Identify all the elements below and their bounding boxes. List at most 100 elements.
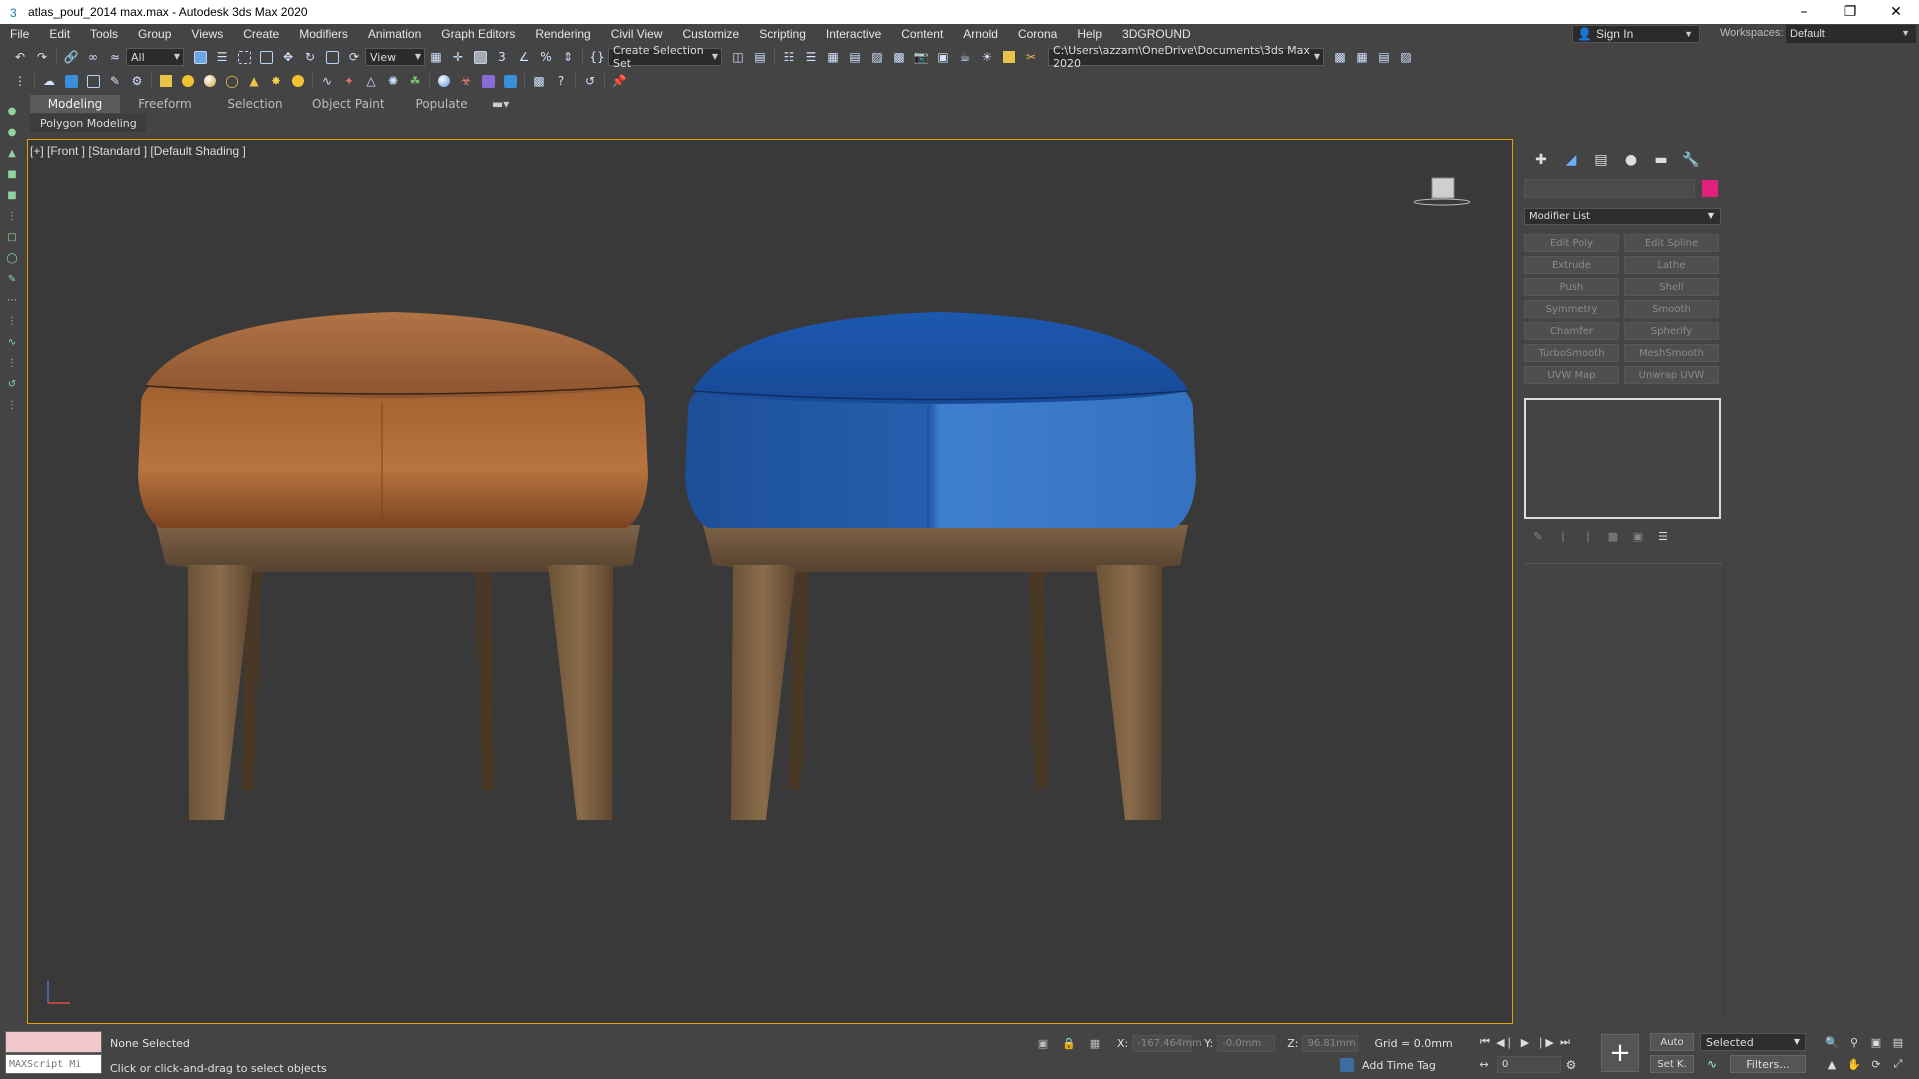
previous-frame-icon[interactable]: ◀❘ — [1495, 1033, 1515, 1051]
filter-xrefs-icon[interactable]: ⋯ — [5, 293, 19, 307]
selection-lock-icon[interactable]: 🔒 — [1061, 1036, 1077, 1052]
filter-lights-icon[interactable]: ■ — [5, 188, 19, 202]
scene-explorer-toggle-icon[interactable]: ● — [5, 104, 19, 118]
box-primitive-icon[interactable] — [156, 71, 176, 91]
render-production-icon[interactable]: ☕ — [955, 47, 975, 67]
pivot-center-icon[interactable]: ▦ — [426, 47, 446, 67]
merge-icon[interactable] — [83, 71, 103, 91]
reference-coordinate-dropdown[interactable]: View ▼ — [365, 48, 425, 66]
current-frame-field[interactable]: 0 — [1497, 1056, 1561, 1073]
select-manipulate-icon[interactable]: ✛ — [448, 47, 468, 67]
project-folder-dropdown[interactable]: C:\Users\azzam\OneDrive\Documents\3ds Ma… — [1048, 44, 1324, 70]
menu-3dground[interactable]: 3DGROUND — [1112, 27, 1201, 41]
auto-key-button[interactable]: Auto — [1650, 1033, 1694, 1051]
close-icon[interactable]: ✕ — [1873, 0, 1919, 24]
find-icon[interactable]: ↺ — [5, 377, 19, 391]
filter-geometry-icon[interactable]: ▲ — [5, 146, 19, 160]
set-key-button[interactable]: Set K. — [1650, 1055, 1694, 1073]
modifier-chamfer-button[interactable]: Chamfer — [1524, 322, 1619, 340]
cone-primitive-icon[interactable]: ▲ — [244, 71, 264, 91]
material-editor-icon[interactable]: ▩ — [889, 47, 909, 67]
zoom-extents-icon[interactable]: ▣ — [1866, 1033, 1886, 1051]
select-object-icon[interactable] — [190, 47, 210, 67]
select-and-rotate-icon[interactable]: ↻ — [300, 47, 320, 67]
select-and-move-icon[interactable]: ✥ — [278, 47, 298, 67]
geosphere-icon[interactable] — [288, 71, 308, 91]
modifier-push-button[interactable]: Push — [1524, 278, 1619, 296]
options-icon[interactable]: ⋮ — [5, 398, 19, 412]
spinner-snap-icon[interactable]: ⇕ — [558, 47, 578, 67]
menu-tools[interactable]: Tools — [80, 27, 128, 41]
key-filters-button[interactable]: Filters... — [1730, 1055, 1806, 1073]
camera-icon[interactable]: △ — [361, 71, 381, 91]
restore-icon[interactable]: ❐ — [1827, 0, 1873, 24]
torus-primitive-icon[interactable]: ◯ — [222, 71, 242, 91]
orbit-icon[interactable]: ⟳ — [1866, 1055, 1886, 1073]
spline-icon[interactable]: ∿ — [317, 71, 337, 91]
menu-graph-editors[interactable]: Graph Editors — [431, 27, 525, 41]
modifier-spherify-button[interactable]: Spherify — [1624, 322, 1719, 340]
light-icon[interactable]: ✸ — [266, 71, 286, 91]
isolate-selection-icon[interactable]: ▣ — [1035, 1036, 1051, 1052]
delete-modifier-icon[interactable]: ▣ — [1628, 527, 1648, 545]
select-and-place-icon[interactable]: ⟳ — [344, 47, 364, 67]
redo-icon[interactable]: ↷ — [32, 47, 52, 67]
modifier-lathe-button[interactable]: Lathe — [1624, 256, 1719, 274]
select-by-name-icon[interactable]: ☰ — [212, 47, 232, 67]
undo-icon[interactable]: ↶ — [10, 47, 30, 67]
cylinder-primitive-icon[interactable] — [178, 71, 198, 91]
menu-animation[interactable]: Animation — [358, 27, 431, 41]
tab-modeling[interactable]: Modeling — [30, 95, 120, 113]
menu-create[interactable]: Create — [233, 27, 289, 41]
menu-civil-view[interactable]: Civil View — [601, 27, 673, 41]
filter-helpers-icon[interactable]: □ — [5, 230, 19, 244]
motion-icon[interactable]: ● — [1616, 149, 1646, 171]
filter-bones-icon[interactable]: ⋮ — [5, 314, 19, 328]
hierarchy-icon[interactable]: ▤ — [1586, 149, 1616, 171]
tab-populate[interactable]: Populate — [397, 95, 487, 113]
schematic-view-icon[interactable]: ▨ — [867, 47, 887, 67]
go-to-end-icon[interactable]: ⏭ — [1555, 1033, 1575, 1051]
menu-corona[interactable]: Corona — [1008, 27, 1067, 41]
tab-object-paint[interactable]: Object Paint — [300, 95, 397, 113]
mirror-icon[interactable]: ◫ — [728, 47, 748, 67]
snaps-toggle-icon[interactable]: 3 — [492, 47, 512, 67]
paint-icon[interactable]: ✎ — [105, 71, 125, 91]
layer-explorer-icon[interactable]: ☰ — [801, 47, 821, 67]
modifier-turbosmooth-button[interactable]: TurboSmooth — [1524, 344, 1619, 362]
scene-explorer-icon[interactable]: ☷ — [779, 47, 799, 67]
modify-icon[interactable]: ◢ — [1556, 149, 1586, 171]
curve-editor-icon[interactable]: ▤ — [845, 47, 865, 67]
modifier-list-dropdown[interactable]: Modifier List ▼ — [1524, 208, 1721, 225]
show-end-result-icon[interactable]: ❘ — [1553, 527, 1573, 545]
workspace-select[interactable]: Default ▼ — [1786, 25, 1916, 43]
y-coordinate-field[interactable]: -0.0mm — [1217, 1035, 1276, 1052]
menu-interactive[interactable]: Interactive — [816, 27, 891, 41]
pin-icon[interactable]: 📌 — [609, 71, 629, 91]
modifier-symmetry-button[interactable]: Symmetry — [1524, 300, 1619, 318]
project-icon[interactable]: ▩ — [1330, 47, 1350, 67]
menu-views[interactable]: Views — [181, 27, 233, 41]
modifier-stack[interactable] — [1524, 398, 1721, 519]
pin-stack-icon[interactable]: ✎ — [1528, 527, 1548, 545]
object-name-field[interactable] — [1524, 179, 1695, 198]
3dsmax-app-icon[interactable]: 3 — [6, 4, 22, 20]
next-frame-icon[interactable]: ❘▶ — [1535, 1033, 1555, 1051]
batch-icon[interactable]: ▩ — [529, 71, 549, 91]
modifier-shell-button[interactable]: Shell — [1624, 278, 1719, 296]
time-configuration-icon[interactable]: ⚙ — [1561, 1058, 1581, 1072]
sync-icon[interactable]: ↺ — [580, 71, 600, 91]
go-to-start-icon[interactable]: ⏮ — [1475, 1033, 1495, 1051]
minimize-icon[interactable]: – — [1781, 0, 1827, 24]
ribbon-options-icon[interactable]: ▬▾ — [487, 97, 515, 111]
filter-particles-icon[interactable]: ∿ — [5, 335, 19, 349]
rendered-frame-window-icon[interactable]: ▣ — [933, 47, 953, 67]
pouf-leather[interactable] — [138, 312, 648, 820]
window-crossing-icon[interactable] — [256, 47, 276, 67]
absolute-mode-icon[interactable]: ▦ — [1087, 1036, 1103, 1052]
menu-group[interactable]: Group — [128, 27, 181, 41]
viewport-label[interactable]: [+] [Front ] [Standard ] [Default Shadin… — [30, 144, 246, 158]
filter-shapes-icon[interactable]: ■ — [5, 167, 19, 181]
panel-scrollbar[interactable] — [1724, 559, 1725, 1019]
project-close-icon[interactable]: ▨ — [1396, 47, 1416, 67]
